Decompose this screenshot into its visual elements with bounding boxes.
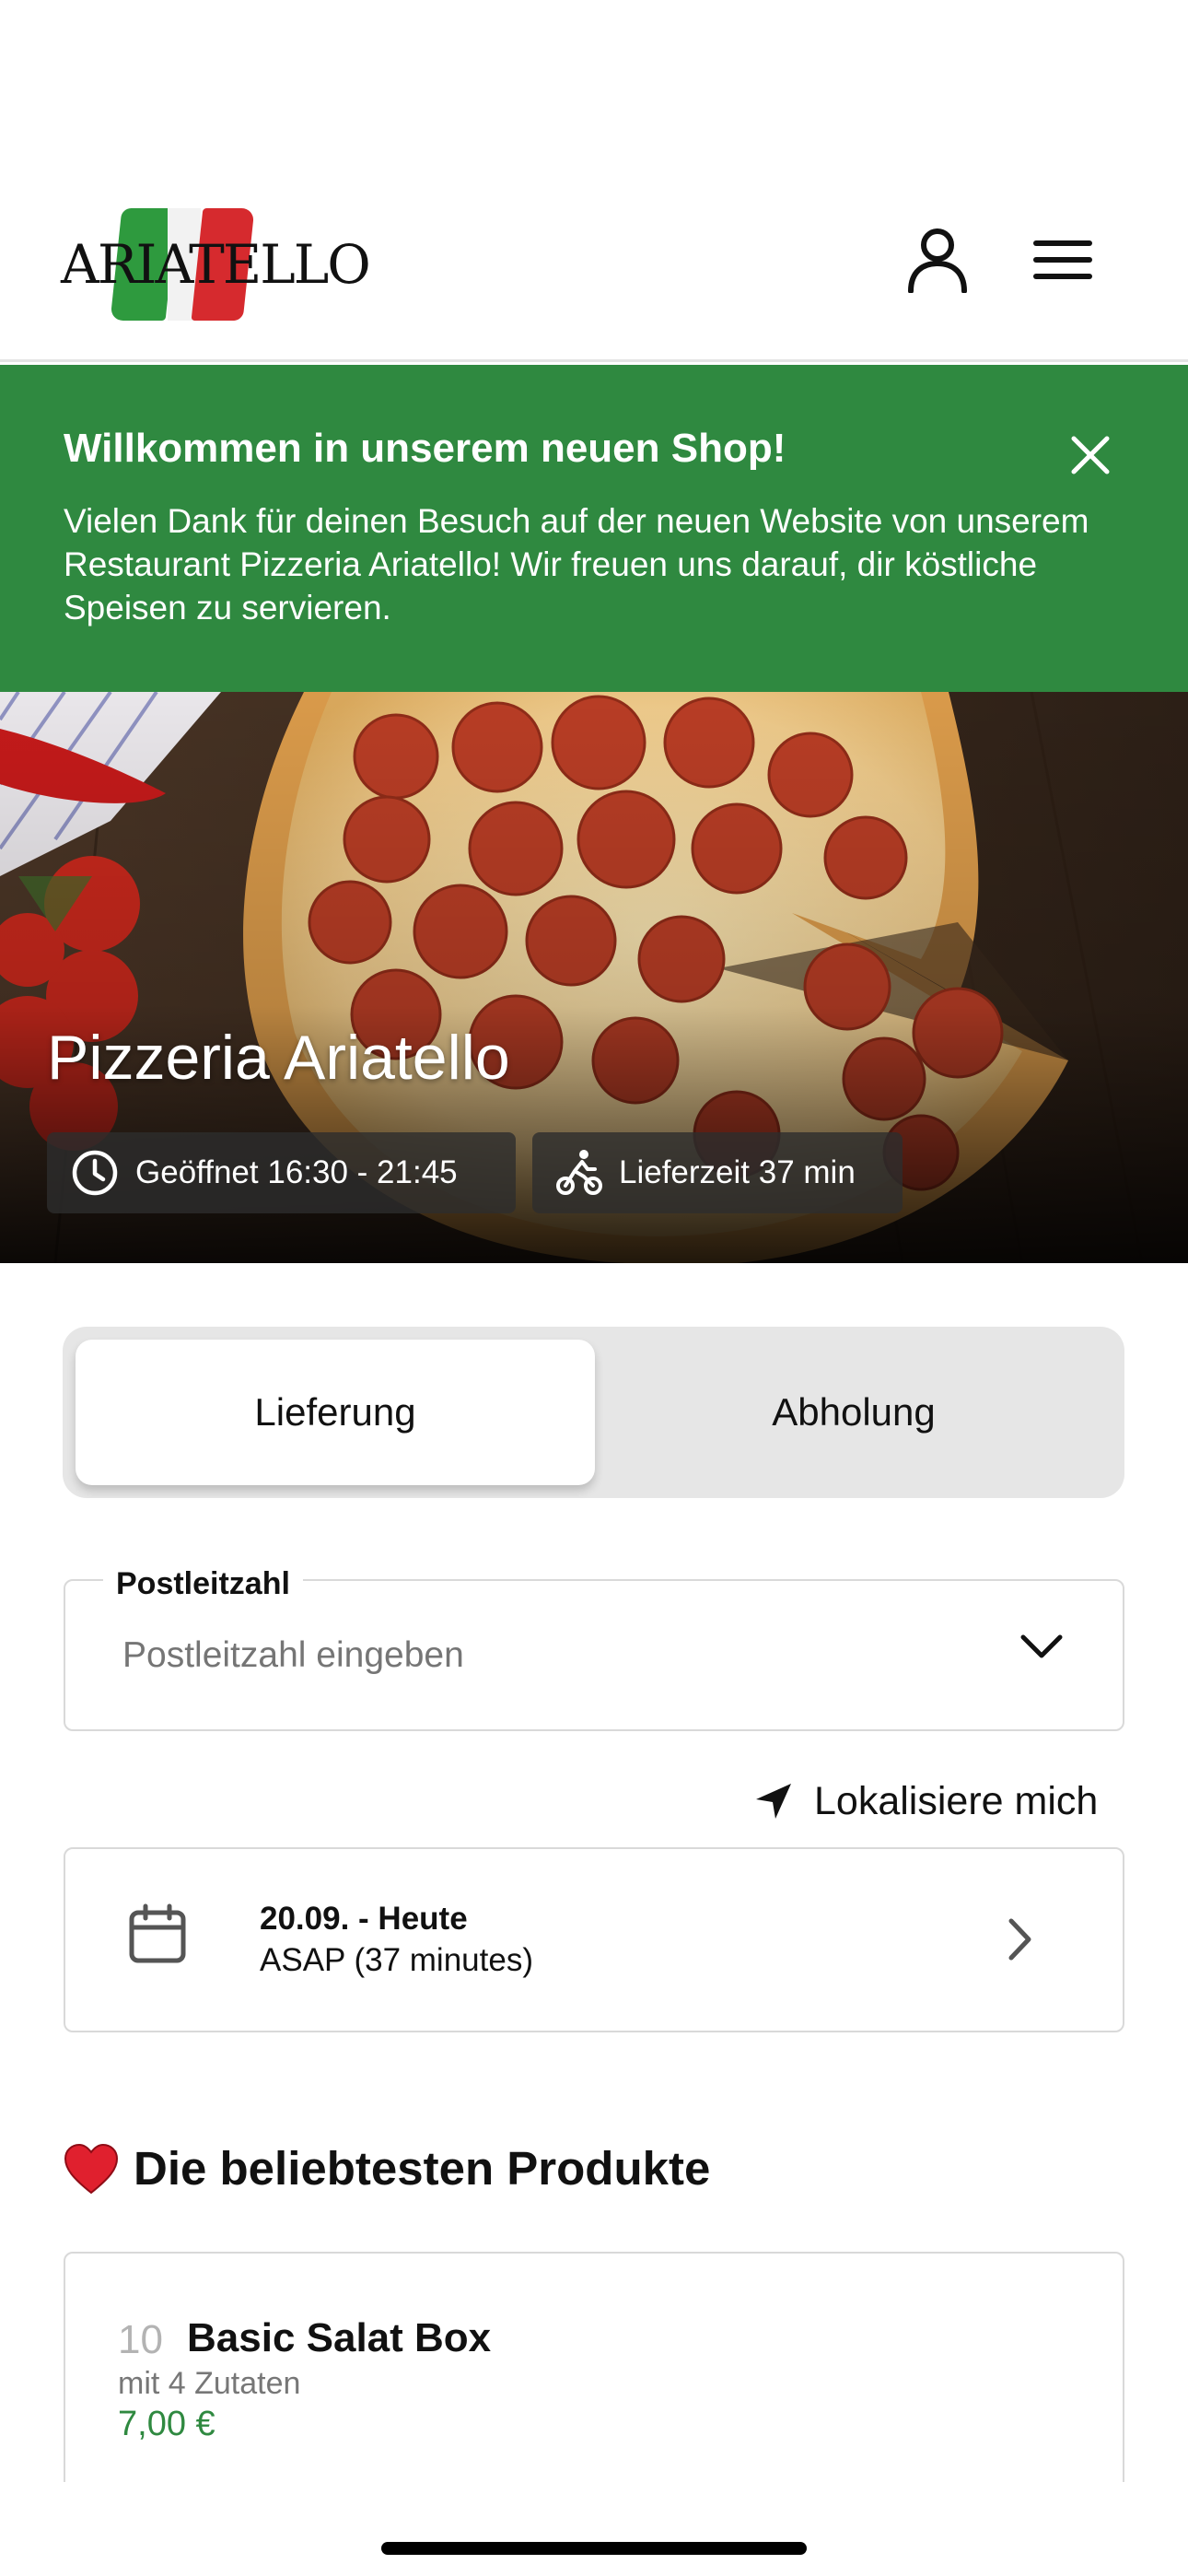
location-arrow-icon (756, 1784, 791, 1819)
product-price: 7,00 € (118, 2405, 215, 2443)
bike-courier-icon (556, 1150, 602, 1195)
date-time-selector[interactable] (64, 1847, 1124, 2032)
postcode-input[interactable] (122, 1635, 951, 1676)
hero-section: Pizzeria Ariatello Geöffnet 16:30 - 21:4… (0, 692, 1188, 1263)
section-title-text: Die beliebtesten Produkte (134, 2142, 711, 2195)
product-number: 10 (118, 2317, 163, 2362)
locate-me-label: Lokalisiere mich (814, 1778, 1099, 1823)
chevron-down-icon[interactable] (1019, 1631, 1065, 1662)
delivery-time-chip: Lieferzeit 37 min (532, 1132, 903, 1213)
banner-text: Vielen Dank für deinen Besuch auf der ne… (64, 502, 1089, 626)
banner-close-button[interactable] (1061, 426, 1120, 485)
ariatello-logo[interactable]: ARIATELLO (61, 205, 371, 324)
order-type-toggle: Lieferung Abholung (63, 1327, 1124, 1498)
close-icon (1071, 436, 1110, 474)
welcome-banner: Willkommen in unserem neuen Shop! Vielen… (0, 365, 1188, 692)
bottom-bar (0, 2482, 1188, 2576)
hamburger-menu-icon (1033, 240, 1092, 279)
opening-hours-chip: Geöffnet 16:30 - 21:45 (47, 1132, 516, 1213)
home-indicator[interactable] (381, 2542, 807, 2555)
heart-icon (64, 2143, 119, 2194)
calendar-icon (129, 1903, 186, 1963)
popular-products-heading: Die beliebtesten Produkte (64, 2141, 710, 2195)
user-icon (908, 228, 967, 293)
locate-me-button[interactable]: Lokalisiere mich (753, 1774, 1098, 1829)
logo-text: ARIATELLO (61, 233, 371, 296)
account-button[interactable] (901, 223, 974, 297)
clock-icon (72, 1150, 118, 1196)
tab-delivery[interactable]: Lieferung (76, 1340, 595, 1485)
restaurant-name: Pizzeria Ariatello (47, 1023, 510, 1093)
chevron-right-icon (1008, 1918, 1031, 1961)
selected-time: ASAP (37 minutes) (260, 1942, 533, 1978)
header: ARIATELLO (0, 0, 1188, 362)
tab-pickup[interactable]: Abholung (594, 1340, 1113, 1485)
delivery-time-text: Lieferzeit 37 min (619, 1154, 856, 1190)
menu-button[interactable] (1026, 223, 1100, 297)
opening-hours-text: Geöffnet 16:30 - 21:45 (135, 1154, 458, 1190)
postcode-label: Postleitzahl (103, 1566, 303, 1602)
product-description: mit 4 Zutaten (118, 2366, 301, 2401)
banner-title: Willkommen in unserem neuen Shop! (64, 426, 786, 471)
product-name: Basic Salat Box (187, 2315, 492, 2360)
selected-date: 20.09. - Heute (260, 1901, 468, 1937)
